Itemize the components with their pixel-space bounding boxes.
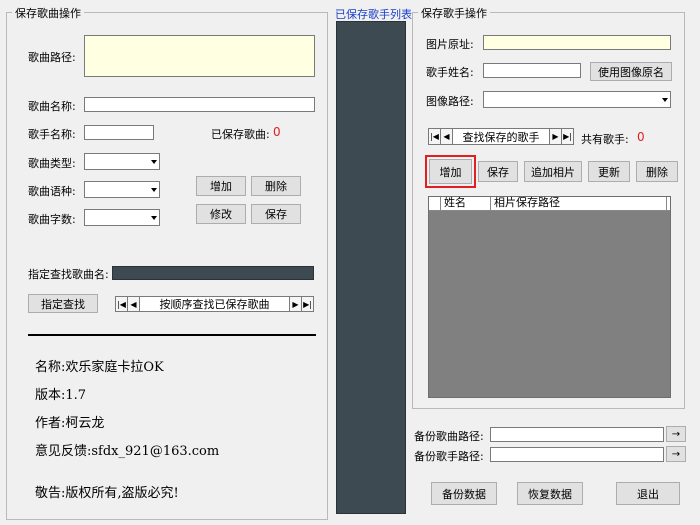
add-song-button[interactable]: 增加	[196, 176, 246, 196]
prev-record-icon[interactable]: ◀	[128, 297, 140, 311]
chevron-down-icon	[151, 187, 157, 192]
backup-song-path-input[interactable]	[490, 427, 664, 442]
singer-name-input[interactable]	[84, 125, 154, 140]
app-name: 名称:欢乐家庭卡拉OK	[35, 360, 164, 375]
find-song-label: 指定查找歌曲名:	[28, 268, 109, 281]
backup-singer-path-input[interactable]	[490, 447, 664, 462]
backup-data-button[interactable]: 备份数据	[431, 482, 497, 505]
image-path-label: 图像路径:	[426, 95, 474, 108]
first-record-icon[interactable]: |◀	[429, 129, 441, 144]
find-song-button[interactable]: 指定查找	[28, 294, 98, 313]
singer-full-name-label: 歌手姓名:	[426, 66, 474, 79]
grid-header: 姓名 相片保存路径	[429, 197, 670, 211]
song-group-title: 保存歌曲操作	[12, 5, 84, 21]
saved-songs-count: 0	[273, 125, 281, 139]
singer-navigator[interactable]: |◀ ◀ 查找保存的歌手 ▶ ▶|	[428, 128, 574, 145]
singer-photo-grid[interactable]: 姓名 相片保存路径	[428, 196, 671, 398]
backup-singer-path-label: 备份歌手路径:	[414, 450, 484, 463]
arrow-right-icon: →	[671, 428, 681, 440]
grid-header-name[interactable]: 姓名	[441, 197, 491, 210]
grid-row-indicator	[429, 197, 441, 210]
browse-song-path-button[interactable]: →	[666, 426, 686, 442]
song-path-input[interactable]	[84, 35, 315, 77]
song-name-label: 歌曲名称:	[28, 100, 76, 113]
chevron-down-icon	[151, 215, 157, 220]
song-language-label: 歌曲语种:	[28, 185, 76, 198]
saved-singer-list[interactable]	[336, 21, 406, 514]
singer-full-name-input[interactable]	[483, 63, 581, 78]
find-song-input[interactable]	[112, 266, 314, 280]
song-type-label: 歌曲类型:	[28, 157, 76, 170]
app-feedback: 意见反馈:sfdx_921@163.com	[35, 444, 220, 459]
saved-singer-list-title: 已保存歌手列表	[335, 8, 412, 21]
next-record-icon[interactable]: ▶	[549, 129, 561, 144]
song-chars-select[interactable]	[84, 209, 160, 226]
use-image-name-button[interactable]: 使用图像原名	[590, 62, 672, 81]
chevron-down-icon	[151, 159, 157, 164]
song-chars-label: 歌曲字数:	[28, 213, 76, 226]
browse-singer-path-button[interactable]: →	[666, 446, 686, 462]
app-version: 版本:1.7	[35, 388, 87, 403]
song-navigator-label: 按顺序查找已保存歌曲	[159, 298, 270, 311]
app-author: 作者:柯云龙	[35, 416, 105, 431]
save-singer-button[interactable]: 保存	[478, 161, 518, 182]
add-singer-button[interactable]: 增加	[425, 155, 476, 188]
grid-header-photo-path[interactable]: 相片保存路径	[491, 197, 667, 210]
song-name-input[interactable]	[84, 97, 315, 112]
image-path-select[interactable]	[483, 91, 671, 108]
update-singer-button[interactable]: 更新	[588, 161, 630, 182]
restore-data-button[interactable]: 恢复数据	[517, 482, 583, 505]
singer-navigator-label: 查找保存的歌手	[462, 130, 540, 144]
divider	[28, 334, 316, 336]
add-photo-button[interactable]: 追加相片	[524, 161, 582, 182]
chevron-down-icon	[662, 97, 668, 102]
song-navigator[interactable]: |◀ ◀ 按顺序查找已保存歌曲 ▶ ▶|	[115, 296, 314, 312]
copyright-warning: 敬告:版权所有,盗版必究!	[35, 486, 179, 501]
exit-button[interactable]: 退出	[616, 482, 680, 505]
last-record-icon[interactable]: ▶|	[561, 129, 573, 144]
total-singers-label: 共有歌手:	[581, 133, 629, 146]
delete-singer-button[interactable]: 删除	[636, 161, 678, 182]
arrow-right-icon: →	[671, 448, 681, 460]
song-language-select[interactable]	[84, 181, 160, 198]
next-record-icon[interactable]: ▶	[289, 297, 301, 311]
backup-song-path-label: 备份歌曲路径:	[414, 430, 484, 443]
song-type-select[interactable]	[84, 153, 160, 170]
total-singers-count: 0	[637, 130, 645, 144]
song-path-label: 歌曲路径:	[28, 51, 76, 64]
image-source-input[interactable]	[483, 35, 671, 50]
first-record-icon[interactable]: |◀	[116, 297, 128, 311]
last-record-icon[interactable]: ▶|	[301, 297, 313, 311]
prev-record-icon[interactable]: ◀	[441, 129, 453, 144]
singer-group-title: 保存歌手操作	[418, 5, 490, 21]
modify-song-button[interactable]: 修改	[196, 204, 246, 224]
save-song-button[interactable]: 保存	[251, 204, 301, 224]
singer-name-label: 歌手名称:	[28, 128, 76, 141]
image-source-label: 图片原址:	[426, 38, 474, 51]
delete-song-button[interactable]: 删除	[251, 176, 301, 196]
saved-songs-label: 已保存歌曲:	[211, 128, 270, 141]
